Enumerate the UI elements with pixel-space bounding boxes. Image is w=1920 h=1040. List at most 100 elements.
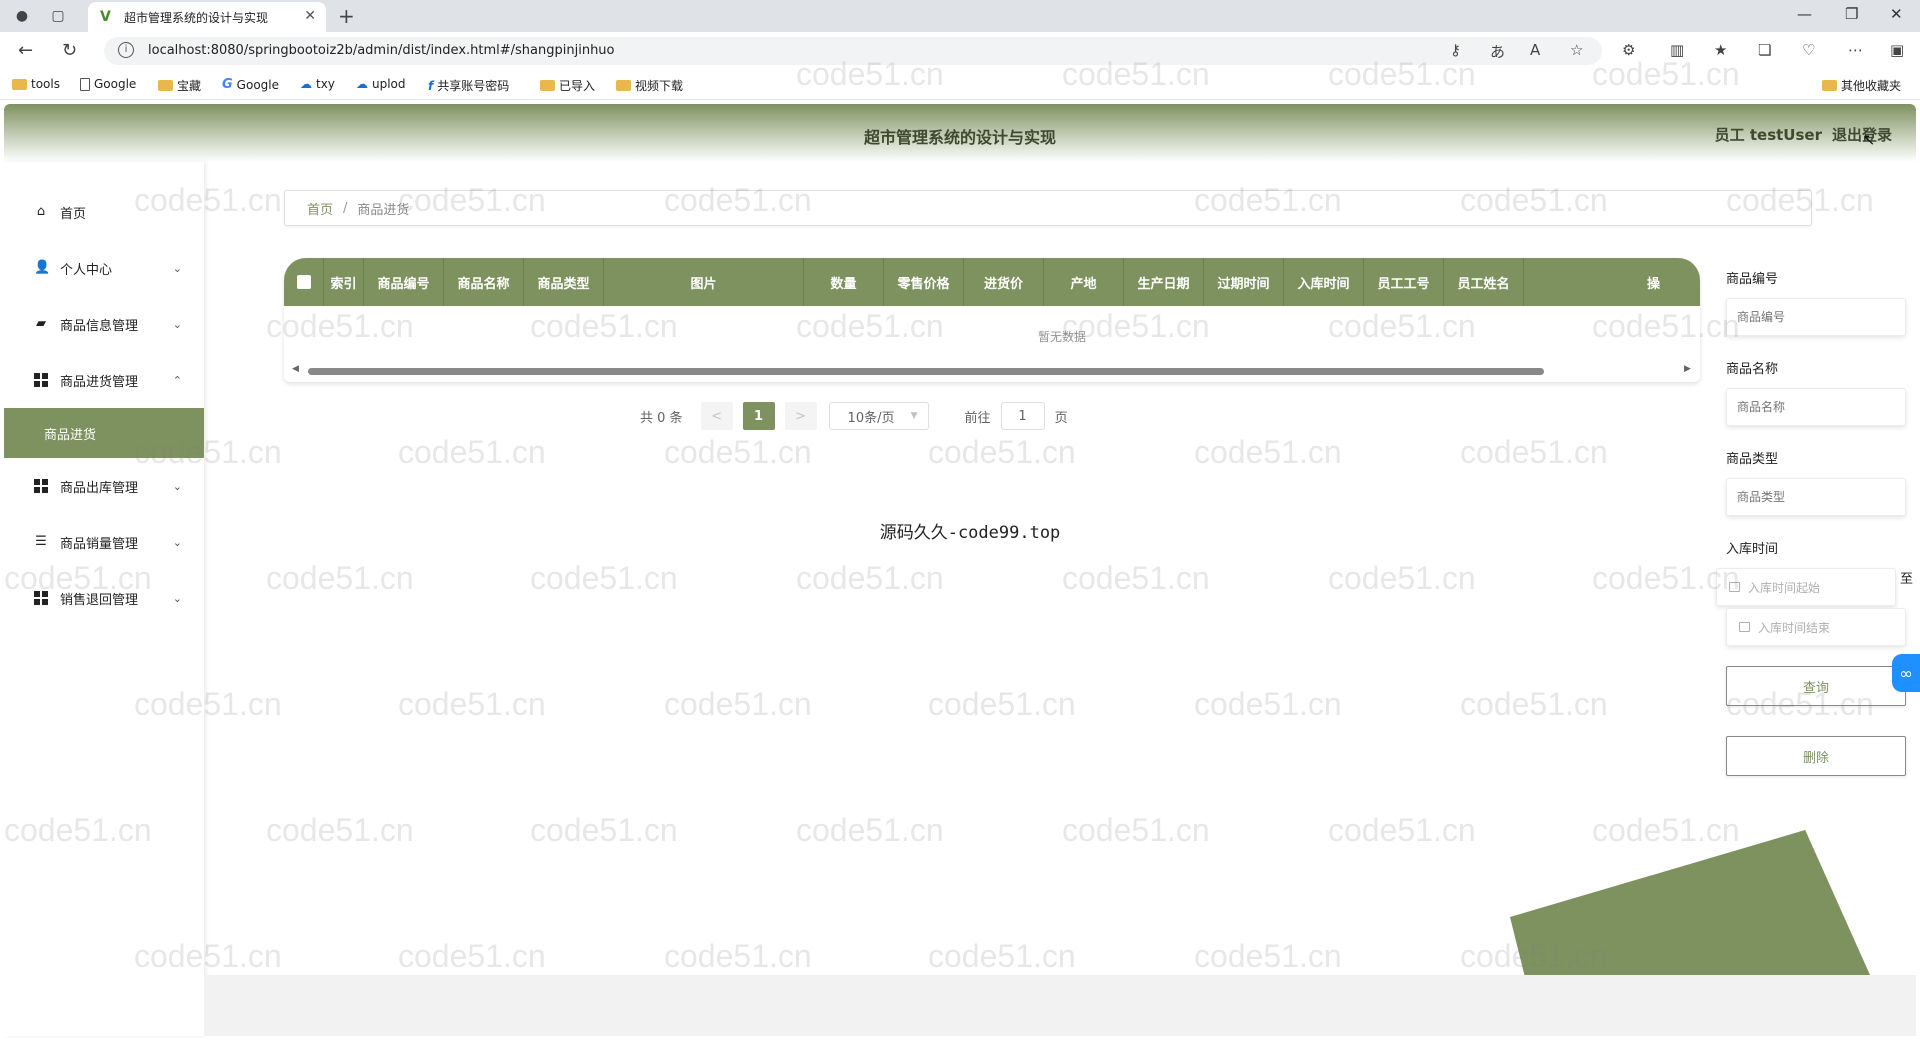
sidebar-toggle-icon[interactable]: ▣ (1890, 41, 1904, 59)
app-title: 超市管理系统的设计与实现 (863, 128, 1056, 147)
query-button[interactable]: 查询 (1726, 666, 1906, 706)
bookmark-other-favorites[interactable]: 其他收藏夹 (1822, 77, 1901, 94)
empty-table-text: 暂无数据 (1037, 330, 1086, 344)
sidebar-item-label: 商品信息管理 (60, 318, 139, 334)
restore-icon[interactable]: ❐ (1845, 5, 1858, 23)
sidebar-item-personal-center[interactable]: 👤 个人中心 ⌄ (4, 240, 204, 296)
scroll-right-icon[interactable]: ▶ (1684, 364, 1691, 374)
column-header[interactable]: 入库时间 (1284, 258, 1364, 306)
chevron-down-icon: ⌄ (172, 591, 182, 605)
watermark: code51.cn (1062, 560, 1210, 596)
watermark: code51.cn (1194, 434, 1342, 470)
page-icon (80, 77, 90, 91)
folder-icon (1822, 80, 1837, 91)
cloud-icon: ☁ (356, 77, 368, 91)
vue-favicon-icon: V (100, 9, 111, 25)
extensions-icon[interactable]: ⚙ (1622, 41, 1635, 59)
bookmark-google[interactable]: Google (80, 77, 136, 91)
bookmark-imported[interactable]: 已导入 (540, 77, 595, 94)
product-name-label: 商品名称 (1726, 362, 1779, 377)
prev-page-button[interactable]: < (700, 402, 733, 430)
page-suffix: 页 (1054, 410, 1068, 426)
close-window-icon[interactable]: ✕ (1890, 5, 1903, 23)
column-header[interactable]: 图片 (604, 258, 804, 306)
bookmark-txy[interactable]: ☁ txy (300, 77, 335, 91)
column-header[interactable]: 索引 (324, 258, 364, 306)
stock-time-start-input[interactable]: 入库时间起始 (1716, 568, 1896, 606)
stock-time-end-placeholder: 入库时间结束 (1758, 620, 1831, 635)
bookmark-google-2[interactable]: G Google (222, 77, 279, 92)
refresh-icon[interactable]: ↻ (62, 40, 77, 61)
more-menu-icon[interactable]: ⋯ (1848, 41, 1863, 59)
url-field[interactable]: i localhost:8080/springbootoiz2b/admin/d… (104, 37, 1602, 65)
column-header[interactable]: 商品类型 (524, 258, 604, 306)
profile-icon[interactable]: ● (12, 6, 32, 26)
new-tab-icon[interactable]: + (338, 4, 355, 28)
split-screen-icon[interactable]: ▥ (1670, 41, 1684, 59)
bookmark-tools[interactable]: tools (12, 77, 60, 91)
page-size-select[interactable]: 10条/页 ▼ (828, 402, 929, 430)
delete-button[interactable]: 删除 (1726, 736, 1906, 776)
breadcrumb-current: 商品进货 (357, 202, 410, 218)
sidebar-item-label: 首页 (60, 206, 87, 222)
column-header[interactable]: 过期时间 (1204, 258, 1284, 306)
column-header[interactable]: 商品名称 (444, 258, 524, 306)
next-page-button[interactable]: > (784, 402, 817, 430)
key-icon[interactable]: ⚷ (1450, 41, 1461, 59)
close-tab-icon[interactable]: ✕ (304, 8, 316, 24)
bookmark-uplod[interactable]: ☁ uplod (356, 77, 406, 91)
tab-actions-icon[interactable]: ▢ (48, 6, 68, 26)
column-header[interactable]: 商品编号 (364, 258, 444, 306)
sidebar-item-outbound-management[interactable]: 商品出库管理 ⌄ (4, 458, 204, 514)
column-header-actions[interactable]: 操 (1524, 258, 1660, 306)
watermark: code51.cn (266, 560, 414, 596)
scrollbar-thumb[interactable] (308, 368, 1544, 375)
browser-tab[interactable]: V 超市管理系统的设计与实现 ✕ (88, 2, 326, 32)
minimize-icon[interactable]: — (1797, 5, 1812, 23)
product-code-label: 商品编号 (1726, 272, 1779, 287)
watermark: code51.cn (1194, 686, 1342, 722)
product-code-input[interactable] (1726, 298, 1906, 336)
bookmark-treasure[interactable]: 宝藏 (158, 77, 201, 94)
sidebar-item-home[interactable]: ⌂ 首页 (4, 184, 204, 240)
sidebar-item-returns-management[interactable]: 销售退回管理 ⌄ (4, 570, 204, 626)
column-header[interactable]: 数量 (804, 258, 884, 306)
watermark: code51.cn (664, 938, 812, 974)
sidebar-subitem-purchase[interactable]: 商品进货 (4, 408, 204, 458)
read-aloud-icon[interactable]: A (1530, 41, 1540, 59)
breadcrumb-home[interactable]: 首页 (307, 199, 333, 218)
page-number-button[interactable]: 1 (742, 402, 775, 430)
bookmark-shared-accounts[interactable]: f 共享账号密码 (428, 77, 509, 94)
watermark: code51.cn (1328, 560, 1476, 596)
favorite-star-icon[interactable]: ☆ (1570, 41, 1583, 59)
column-header[interactable]: 进货价 (964, 258, 1044, 306)
stock-time-end-input[interactable]: 入库时间结束 (1726, 608, 1906, 646)
sidebar-item-purchase-management[interactable]: 商品进货管理 ⌃ (4, 352, 204, 408)
sidebar-item-product-info[interactable]: ▰ 商品信息管理 ⌄ (4, 296, 204, 352)
product-name-input[interactable] (1726, 388, 1906, 426)
breadcrumb: 首页 / 商品进货 (284, 190, 1812, 226)
user-label: 员工 testUser (1714, 126, 1822, 144)
floating-assistant-icon[interactable]: ∞ (1892, 654, 1920, 692)
bookmarks-bar: tools Google 宝藏 G Google ☁ txy ☁ uplod f 共享账… (0, 70, 1920, 100)
chevron-down-icon: ⌄ (172, 317, 182, 331)
select-all-checkbox[interactable] (296, 275, 311, 289)
product-type-input[interactable] (1726, 478, 1906, 516)
collections-icon[interactable]: ❏ (1758, 41, 1771, 59)
bookmark-video-download[interactable]: 视频下载 (616, 77, 683, 94)
column-header[interactable]: 零售价格 (884, 258, 964, 306)
browser-essentials-icon[interactable]: ♡ (1802, 41, 1815, 59)
column-header[interactable]: 员工工号 (1364, 258, 1444, 306)
back-icon[interactable]: ← (18, 40, 33, 61)
chevron-up-icon: ⌃ (172, 373, 182, 387)
sidebar: ⌂ 首页 👤 个人中心 ⌄ ▰ 商品信息管理 ⌄ 商品进货管理 ⌃ 商品进货 商… (4, 162, 204, 1036)
favorites-icon[interactable]: ★ (1714, 41, 1727, 59)
column-header[interactable]: 员工姓名 (1444, 258, 1524, 306)
column-header[interactable]: 生产日期 (1124, 258, 1204, 306)
scroll-left-icon[interactable]: ◀ (292, 364, 299, 374)
site-info-icon[interactable]: i (118, 42, 134, 58)
goto-page-input[interactable]: 1 (1000, 402, 1045, 430)
horizontal-scrollbar[interactable]: ◀ ▶ (284, 364, 1700, 378)
translate-icon[interactable]: あ (1490, 41, 1505, 62)
column-header[interactable]: 产地 (1044, 258, 1124, 306)
